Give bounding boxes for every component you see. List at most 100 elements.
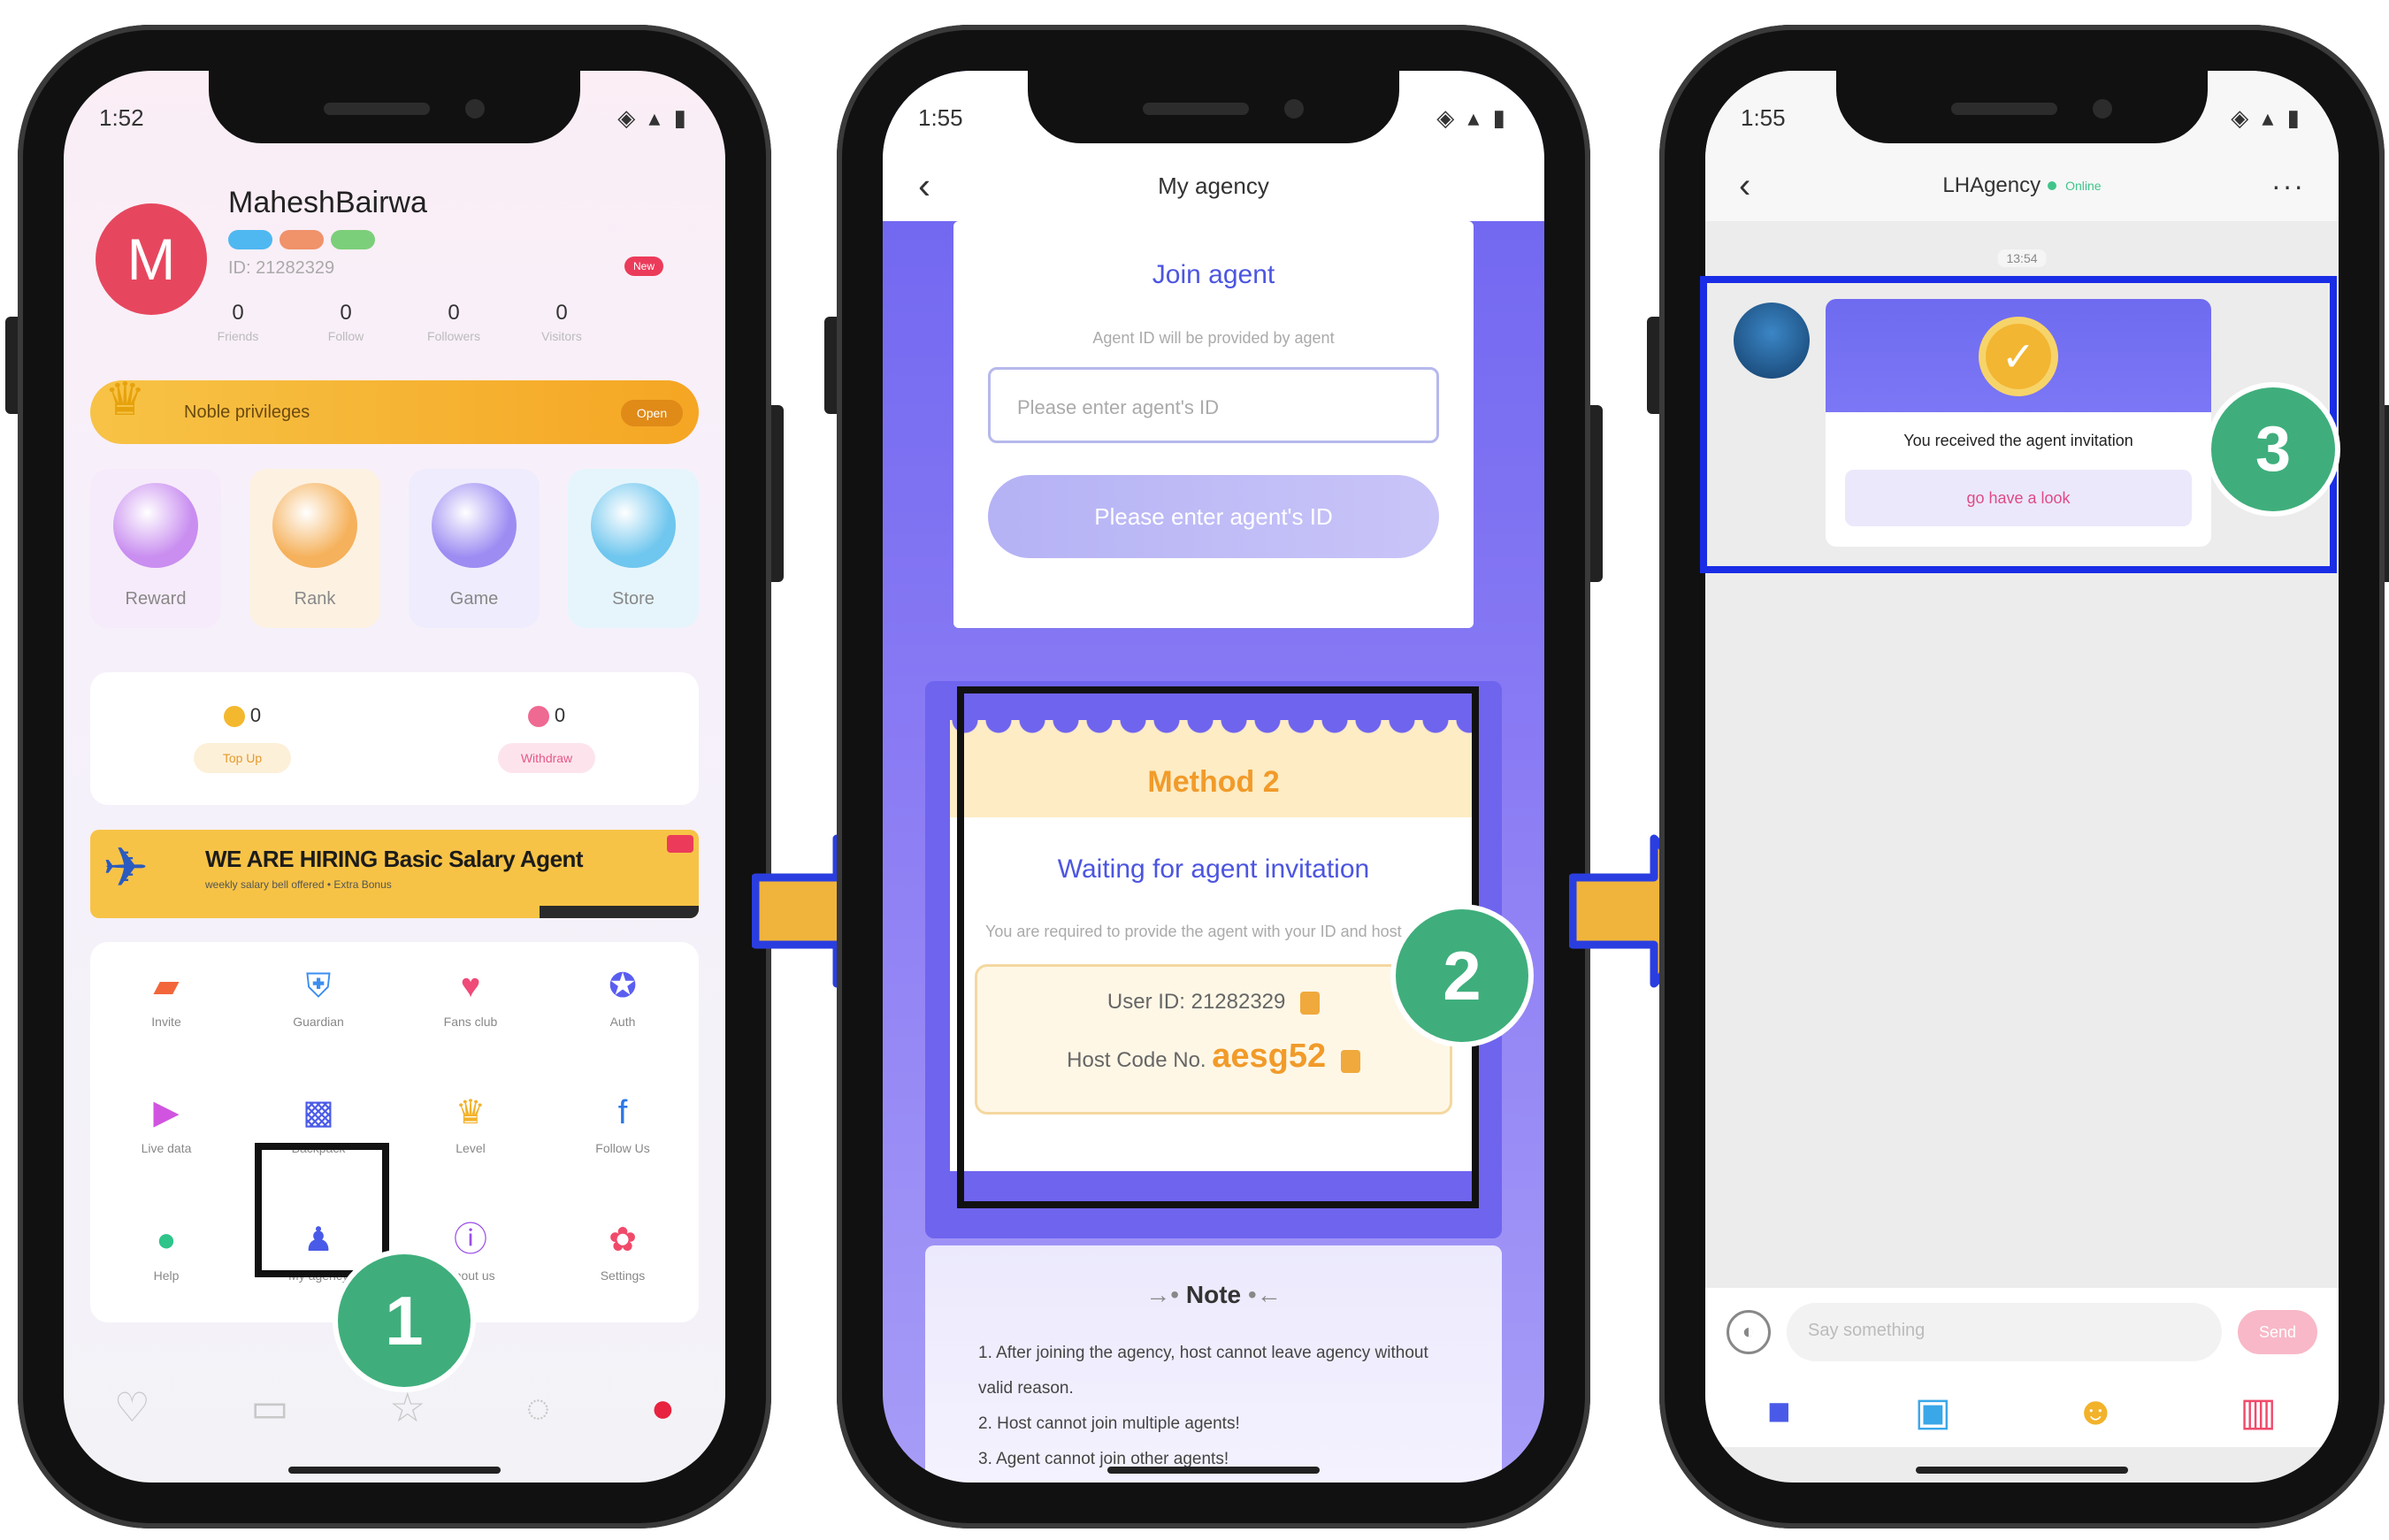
- chat-input-bar: ◐ Say something Send: [1705, 1288, 2339, 1376]
- tab-chat-icon[interactable]: ◌: [526, 1383, 550, 1431]
- home-indicator: [288, 1467, 501, 1474]
- menu-item-label: Level: [456, 1141, 486, 1156]
- rank-icon: [272, 483, 357, 568]
- hearts-icon: ♥: [460, 968, 481, 1005]
- crown-icon: ♛: [455, 1094, 486, 1132]
- back-arrow-icon[interactable]: ‹: [918, 165, 930, 207]
- voice-icon[interactable]: ◐: [1727, 1310, 1771, 1354]
- step-badge-3: 3: [2211, 387, 2335, 511]
- note-title: →• Note •←: [1145, 1281, 1282, 1308]
- menu-item-guardian[interactable]: ⛨ Guardian: [242, 942, 394, 1069]
- banner-strip: [540, 906, 699, 918]
- stat-follow[interactable]: 0 Follow: [313, 301, 379, 343]
- bird-logo-icon: ✈: [103, 838, 149, 899]
- my-agency-highlight: [255, 1143, 389, 1277]
- menu-item-label: Follow Us: [595, 1141, 650, 1156]
- noble-privileges-banner[interactable]: ♛ Noble privileges Open: [90, 374, 699, 444]
- feature-label: Rank: [294, 589, 336, 609]
- feature-label: Game: [449, 589, 499, 609]
- store-icon: [591, 483, 676, 568]
- menu-item-settings[interactable]: ✿ Settings: [547, 1196, 699, 1322]
- status-icons: ◈ ▴ ▮: [2231, 104, 2303, 131]
- chat-tools-bar: ■ ▣ ☻ ▥: [1705, 1376, 2339, 1447]
- feature-rank[interactable]: Rank: [249, 469, 380, 628]
- agent-id-input[interactable]: Please enter agent's ID: [988, 367, 1439, 443]
- chat-top-bar: ‹ LHAgency Online ···: [1705, 150, 2339, 221]
- feature-reward[interactable]: Reward: [90, 469, 221, 628]
- tab-heart-icon[interactable]: ♡: [114, 1383, 150, 1431]
- hiring-banner[interactable]: ✈ WE ARE HIRING Basic Salary Agent weekl…: [90, 830, 699, 918]
- note-line: 1. After joining the agency, host cannot…: [978, 1344, 1428, 1398]
- wallet-item: 0 Withdraw: [498, 704, 595, 774]
- menu-item-fans-club[interactable]: ♥ Fans club: [394, 942, 547, 1069]
- user-id: ID: 21282329: [228, 258, 335, 278]
- join-agent-card: Join agent Agent ID will be provided by …: [953, 221, 1474, 628]
- agency-top-bar: ‹ My agency: [883, 150, 1544, 221]
- video-icon: ▶: [153, 1094, 180, 1132]
- send-button[interactable]: Send: [2238, 1310, 2317, 1354]
- status-time: 1:52: [99, 104, 144, 131]
- page-title: My agency: [1158, 172, 1269, 199]
- stat-followers[interactable]: 0 Followers: [421, 301, 486, 343]
- note-card: →• Note •← 1. After joining the agency, …: [925, 1245, 1502, 1483]
- home-indicator: [1916, 1467, 2128, 1474]
- phone-notch: [1836, 67, 2208, 143]
- wallet-panel: 0 Top Up 0 Withdraw: [90, 672, 699, 805]
- gear-icon: ✿: [609, 1221, 637, 1259]
- menu-item-label: Fans club: [443, 1015, 498, 1029]
- wallet-amount: 0: [498, 704, 595, 728]
- feature-game[interactable]: Game: [409, 469, 540, 628]
- join-agent-button[interactable]: Please enter agent's ID: [988, 475, 1439, 558]
- menu-item-label: Auth: [609, 1015, 636, 1029]
- avatar[interactable]: M: [96, 203, 207, 315]
- facebook-icon: f: [617, 1094, 628, 1132]
- noble-open-button[interactable]: Open: [621, 400, 683, 426]
- menu-item-label: Invite: [151, 1015, 181, 1029]
- tab-video-icon[interactable]: ▭: [250, 1383, 288, 1431]
- video-call-icon[interactable]: ■: [1767, 1390, 1791, 1434]
- menu-item-label: Settings: [600, 1268, 646, 1283]
- online-status: Online: [2065, 179, 2102, 193]
- stat-friends[interactable]: 0 Friends: [205, 301, 271, 343]
- image-icon[interactable]: ▣: [1915, 1390, 1952, 1435]
- status-icons: ◈ ▴ ▮: [1436, 104, 1509, 131]
- bag-icon: ▩: [302, 1094, 334, 1132]
- menu-item-auth[interactable]: ✪ Auth: [547, 942, 699, 1069]
- top-up-button[interactable]: Top Up: [194, 743, 291, 774]
- message-input[interactable]: Say something: [1787, 1303, 2222, 1361]
- noble-label: Noble privileges: [184, 402, 310, 422]
- stat-visitors[interactable]: 0 Visitors: [529, 301, 594, 343]
- hiring-subline: weekly salary bell offered • Extra Bonus: [205, 878, 392, 891]
- join-agent-title: Join agent: [1152, 260, 1275, 289]
- status-time: 1:55: [1741, 104, 1786, 131]
- tab-star-icon[interactable]: ☆: [389, 1383, 425, 1431]
- menu-item-label: Live data: [141, 1141, 192, 1156]
- shield-icon: ⛨: [305, 968, 332, 1005]
- step-badge-1: 1: [338, 1254, 471, 1387]
- withdraw-button[interactable]: Withdraw: [498, 743, 595, 774]
- menu-item-live-data[interactable]: ▶ Live data: [90, 1069, 242, 1195]
- hiring-headline: WE ARE HIRING Basic Salary Agent: [205, 846, 584, 872]
- new-badge[interactable]: New: [624, 257, 663, 276]
- wallet-item: 0 Top Up: [194, 704, 291, 774]
- menu-item-follow-us[interactable]: f Follow Us: [547, 1069, 699, 1195]
- feature-label: Reward: [125, 589, 187, 609]
- message-timestamp: 13:54: [1997, 249, 2047, 267]
- more-icon[interactable]: ···: [2271, 170, 2305, 203]
- status-icons: ◈ ▴ ▮: [617, 104, 690, 131]
- tab-me-icon[interactable]: ●: [651, 1383, 676, 1431]
- coin-icon: [223, 706, 245, 728]
- emoji-icon[interactable]: ☻: [2075, 1390, 2116, 1434]
- chat-title: LHAgency: [1942, 173, 2041, 197]
- gift-icon[interactable]: ▥: [2240, 1390, 2277, 1435]
- menu-item-label: Help: [153, 1268, 180, 1283]
- back-arrow-icon[interactable]: ‹: [1739, 166, 1750, 206]
- menu-item-invite[interactable]: ▰ Invite: [90, 942, 242, 1069]
- feature-store[interactable]: Store: [568, 469, 699, 628]
- menu-item-help[interactable]: ● Help: [90, 1196, 242, 1322]
- menu-item-level[interactable]: ♛ Level: [394, 1069, 547, 1195]
- reward-icon: [113, 483, 198, 568]
- coin-icon: [527, 706, 549, 728]
- home-indicator: [1107, 1467, 1320, 1474]
- join-agent-subtitle: Agent ID will be provided by agent: [1092, 329, 1335, 347]
